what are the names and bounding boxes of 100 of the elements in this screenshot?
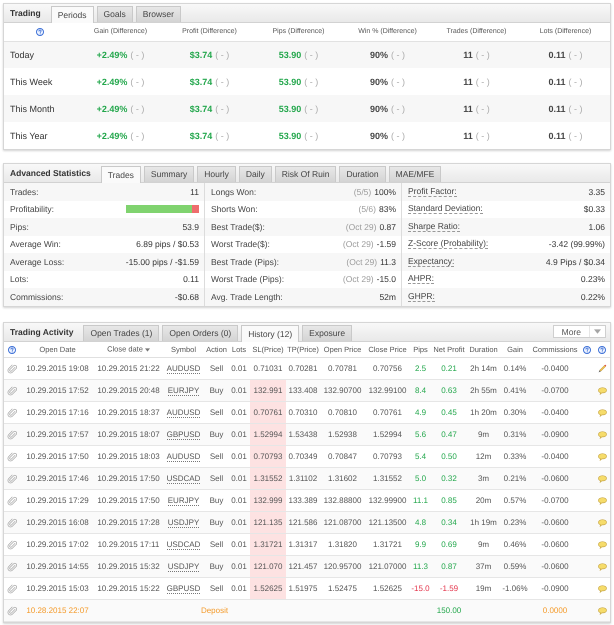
difference-text: ( - ) [391,50,405,60]
sl-price-cell: 0.70761 [250,402,286,424]
profit-cell: 0.47 [431,424,467,446]
comment-icon[interactable] [598,474,606,483]
comment-icon[interactable] [598,518,606,527]
tab[interactable]: Open Orders (0) [162,324,238,340]
comment-icon[interactable] [598,408,606,417]
tab[interactable]: Goals [96,6,133,22]
tab[interactable]: MAE/MFE [388,166,442,182]
comment-icon[interactable] [598,452,606,461]
symbol-link[interactable]: USDJPY [168,518,200,528]
stat-value: -3.42 (99.99%) [548,239,605,250]
symbol-link[interactable]: EURJPY [168,386,200,396]
symbol-link[interactable]: AUDUSD [166,452,200,462]
symbol-link[interactable]: USDCAD [166,474,200,484]
stat-value: 11 [463,76,473,86]
paperclip-icon[interactable] [7,606,17,616]
stat-label: Profit Factor: [408,186,457,197]
price-cell: 121.13500 [365,512,410,534]
stat-note: (Oct 29) [346,256,378,267]
tab[interactable]: Daily [238,166,272,182]
paperclip-icon[interactable] [7,430,17,440]
tab[interactable]: Duration [339,166,386,182]
comment-icon[interactable] [598,496,606,505]
stat-value: 0.11 [548,104,566,114]
help-icon[interactable] [36,28,44,36]
tab[interactable]: Risk Of Ruin [274,166,336,182]
sort-caret-icon[interactable] [144,348,150,352]
sl-price-cell: 1.31552 [250,468,286,490]
symbol-link[interactable]: EURJPY [168,496,200,506]
paperclip-icon[interactable] [7,496,17,506]
gain-cell: 0.59% [500,556,530,578]
paperclip-icon[interactable] [7,540,17,550]
comment-icon[interactable] [598,562,606,571]
stat-value: $3.74 [190,76,212,86]
help-icon[interactable] [583,346,591,354]
stat-value: $0.33 [584,204,605,214]
period-label: This Month [4,95,76,122]
more-button[interactable]: More [552,325,606,338]
price-cell: 132.99100 [365,380,410,402]
difference-text: ( - ) [304,104,318,114]
stat-label: Trades: [10,186,39,197]
date-cell: 10.29.2015 17:46 [20,468,95,490]
paperclip-icon[interactable] [7,364,17,374]
symbol-link[interactable]: USDJPY [168,562,200,572]
symbol-link[interactable]: AUDUSD [166,364,200,374]
difference-text: ( - ) [568,50,583,60]
stat-value: -1.59 [376,239,396,250]
help-icon[interactable] [598,346,606,354]
tab[interactable]: Browser [136,6,181,22]
price-cell: 1.52938 [320,424,365,446]
stat-value: 53.9 [182,222,199,232]
stat-value: 11 [463,130,473,140]
comment-icon[interactable] [598,430,606,439]
stat-label: Lots: [10,274,28,284]
paperclip-icon[interactable] [7,584,17,594]
stat-value: -$0.68 [174,292,199,302]
difference-text: ( - ) [391,104,405,114]
comment-icon[interactable] [598,386,606,395]
panel-title: Trading Activity [10,326,74,336]
stat-value: 90% [370,130,388,140]
price-cell: 121.07000 [365,556,410,578]
stat-label: Commissions: [10,292,64,302]
stat-value: 53.90 [278,130,302,140]
help-icon[interactable] [8,346,16,354]
paperclip-icon[interactable] [7,474,17,484]
date-cell: 10.29.2015 20:48 [95,380,162,402]
stat-value: 90% [370,76,388,86]
symbol-link[interactable]: USDCAD [166,540,200,550]
paperclip-icon[interactable] [7,408,17,418]
symbol-link[interactable]: GBPUSD [166,430,200,440]
tab[interactable]: Summary [144,166,194,182]
tab[interactable]: Periods [50,6,94,23]
difference-text: ( - ) [476,50,490,60]
transaction-type-cell: Deposit [162,600,250,622]
paperclip-icon[interactable] [7,562,17,572]
tab[interactable]: Exposure [302,324,352,340]
paperclip-icon[interactable] [7,386,17,396]
tab[interactable]: History (12) [241,324,300,342]
price-cell: 121.08700 [320,512,365,534]
stat-value: +2.49% [96,76,128,86]
paperclip-icon[interactable] [7,518,17,528]
tab[interactable]: Open Trades (1) [83,324,160,340]
symbol-link[interactable]: GBPUSD [166,584,200,594]
action-cell: Buy [205,424,228,446]
paperclip-icon[interactable] [7,452,17,462]
gain-cell: 0.31% [500,424,530,446]
comment-icon[interactable] [598,584,606,593]
difference-text: ( - ) [130,50,144,60]
comment-icon[interactable] [598,540,606,549]
stat-value: 1.06 [588,222,605,232]
pencil-icon[interactable] [598,364,606,374]
symbol-link[interactable]: AUDUSD [166,408,200,418]
comment-icon[interactable] [598,606,606,615]
tab[interactable]: Trades [100,166,141,183]
tab[interactable]: Hourly [197,166,236,182]
action-cell: Buy [205,556,228,578]
price-cell: 132.90700 [320,380,365,402]
stat-value: 0.11 [183,274,199,284]
stat-value: 0.87 [379,222,396,232]
